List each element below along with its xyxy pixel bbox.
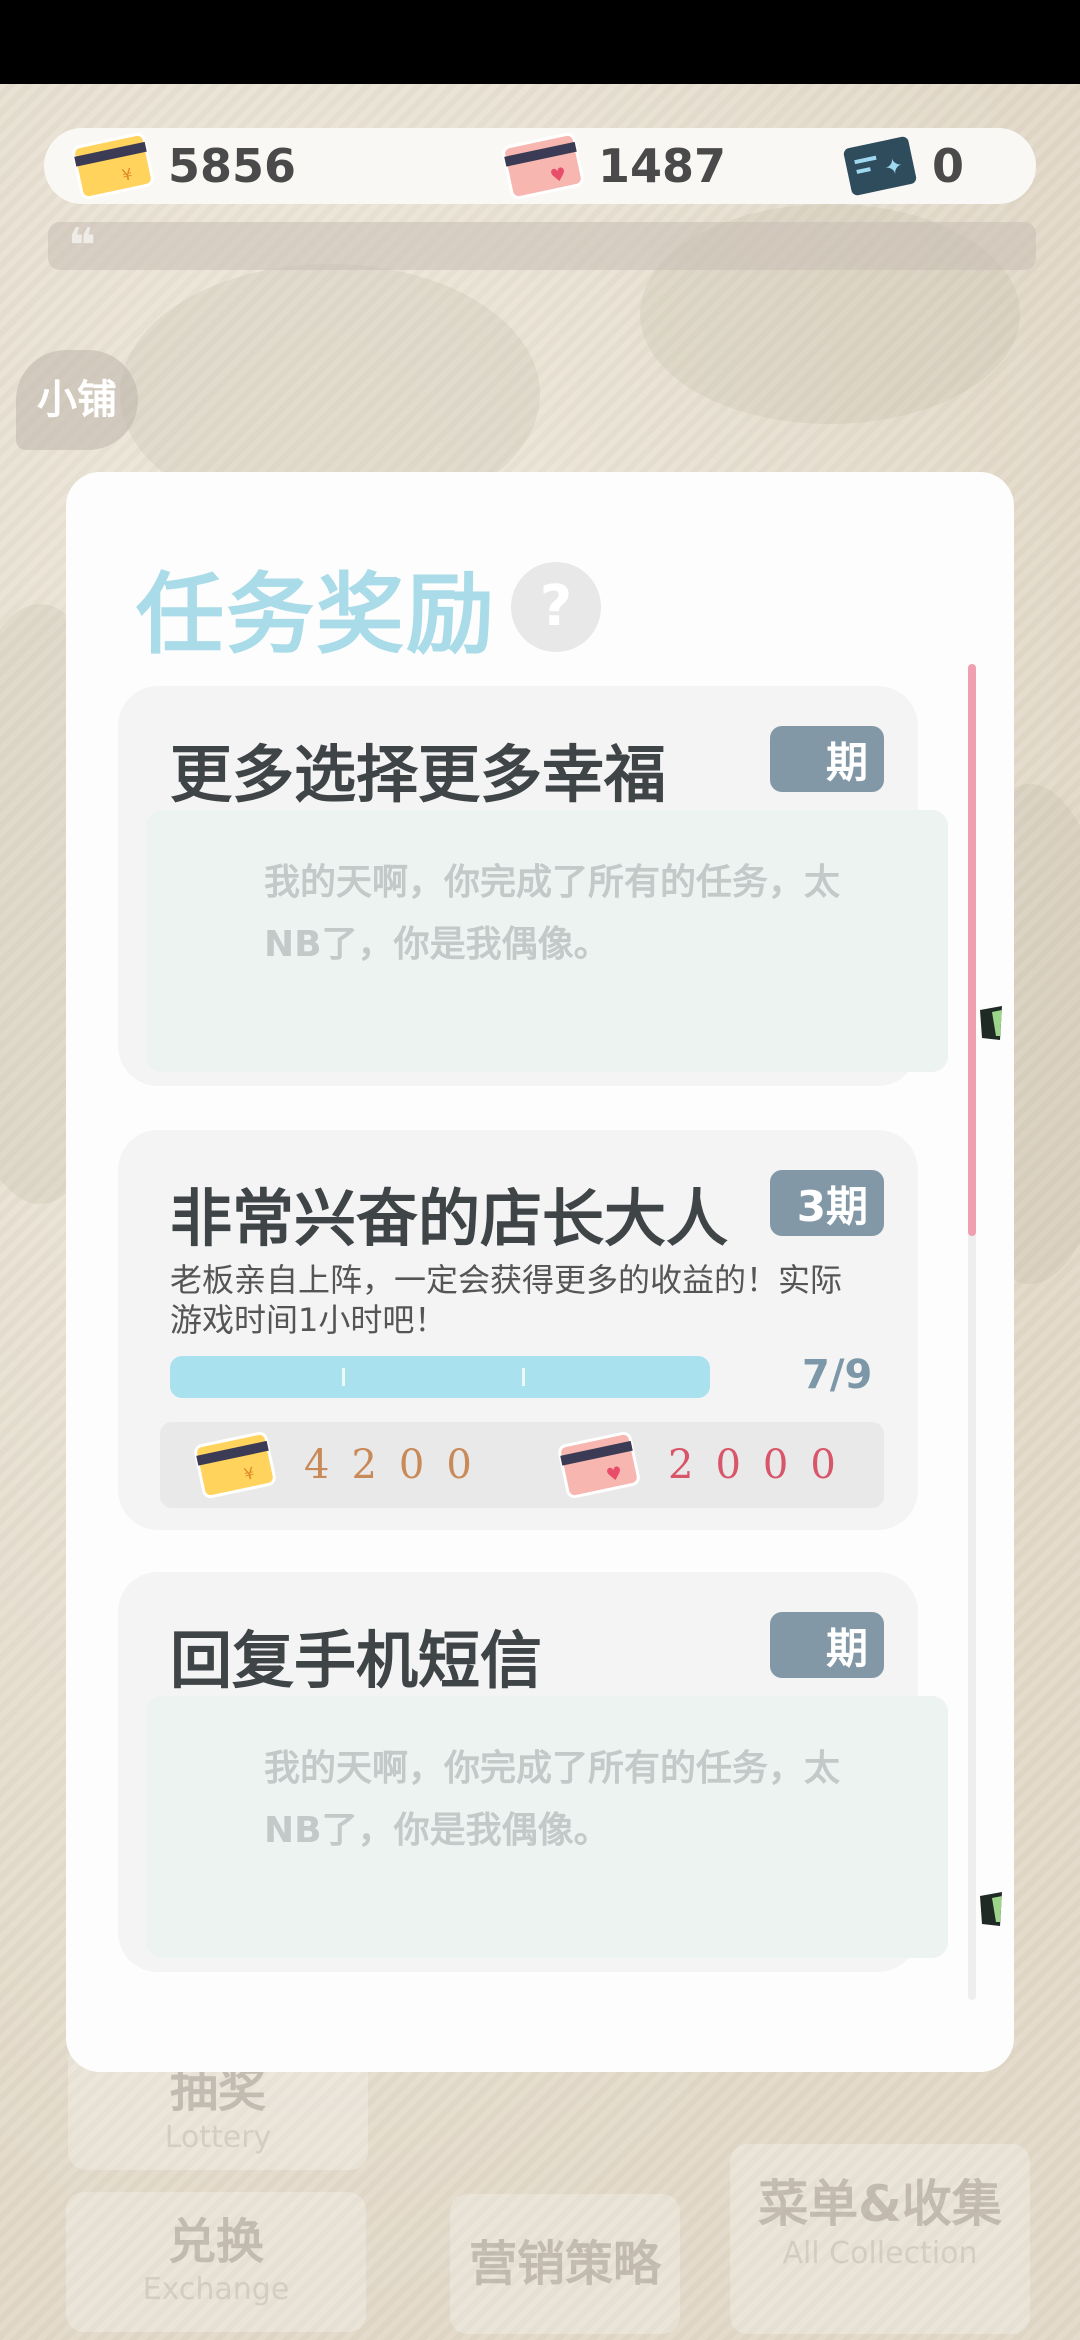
complete-marker-icon (980, 1892, 1002, 1926)
task-card: 回复手机短信 期 我的天啊，你完成了所有的任务，太NB了，你是我偶像。 (118, 1572, 948, 1972)
task-card: 非常兴奋的店长大人 3期 老板亲自上阵，一定会获得更多的收益的！实际游戏时间1小… (118, 1130, 918, 1530)
exchange-sub: Exchange (142, 2272, 290, 2307)
pink-reward: ♥ 2000 (558, 1426, 858, 1504)
complete-marker-icon (980, 1006, 1002, 1040)
completed-text: 我的天啊，你完成了所有的任务，太NB了，你是我偶像。 (264, 1748, 841, 1851)
ticket-icon: ✦ (839, 132, 921, 200)
collection-label: 菜单&收集 (758, 2175, 1002, 2233)
ticket-currency: ✦ 0 (843, 128, 965, 204)
pink-reward-amount: 2000 (668, 1442, 858, 1488)
lottery-sub: Lottery (164, 2120, 272, 2155)
progress-bar (170, 1356, 710, 1398)
completed-panel: 我的天啊，你完成了所有的任务，太NB了，你是我偶像。 (146, 810, 948, 1072)
announcement-bar: ❝ (48, 218, 1036, 274)
pink-value: 1487 (598, 139, 727, 193)
progress-tick (522, 1368, 525, 1386)
gold-reward: ¥ 4200 (194, 1426, 494, 1504)
collection-button: 菜单&收集 All Collection (730, 2144, 1030, 2334)
exchange-button: 兑换 Exchange (66, 2192, 366, 2332)
period-badge: 3期 (770, 1170, 884, 1236)
gold-reward-amount: 4200 (304, 1442, 494, 1488)
quote-icon: ❝ (68, 218, 97, 274)
period-badge: 期 (770, 726, 884, 792)
period-badge: 期 (770, 1612, 884, 1678)
pink-currency: ♥ 1487 (502, 128, 727, 204)
gold-card-icon: ¥ (191, 1429, 279, 1502)
currency-bar: ¥ 5856 ♥ 1487 ✦ 0 (44, 128, 1036, 204)
gold-value: 5856 (168, 139, 297, 193)
task-title: 非常兴奋的店长大人 (170, 1182, 729, 1255)
ticket-value: 0 (932, 139, 965, 193)
gold-card-icon: ¥ (69, 130, 157, 203)
progress-tick (342, 1368, 345, 1386)
shop-bubble: 小铺 (16, 350, 138, 450)
task-card: 更多选择更多幸福 期 我的天啊，你完成了所有的任务，太NB了，你是我偶像。 (118, 686, 948, 1086)
status-bar (0, 0, 1080, 84)
progress-text: 7/9 (802, 1352, 873, 1398)
pink-card-icon: ♥ (499, 130, 587, 203)
task-description: 老板亲自上阵，一定会获得更多的收益的！实际游戏时间1小时吧！ (170, 1261, 843, 1339)
task-title: 更多选择更多幸福 (170, 738, 667, 811)
help-button[interactable]: ? (511, 562, 601, 652)
reward-row: ¥ 4200 ♥ 2000 (160, 1422, 884, 1508)
pink-card-icon: ♥ (555, 1429, 643, 1502)
collection-sub: All Collection (782, 2236, 978, 2271)
completed-text: 我的天啊，你完成了所有的任务，太NB了，你是我偶像。 (264, 862, 841, 965)
scrollbar-thumb[interactable] (968, 664, 976, 1236)
modal-title: 任务奖励 (136, 563, 497, 666)
task-reward-modal: 任务奖励 ? 更多选择更多幸福 期 我的天啊，你完成了所有的任务，太NB了，你是… (66, 472, 1014, 2072)
task-title: 回复手机短信 (170, 1624, 543, 1697)
marketing-button: 营销策略 (450, 2194, 680, 2334)
completed-panel: 我的天啊，你完成了所有的任务，太NB了，你是我偶像。 (146, 1696, 948, 1958)
exchange-label: 兑换 (167, 2214, 264, 2270)
gold-currency: ¥ 5856 (72, 128, 297, 204)
marketing-label: 营销策略 (468, 2236, 661, 2292)
